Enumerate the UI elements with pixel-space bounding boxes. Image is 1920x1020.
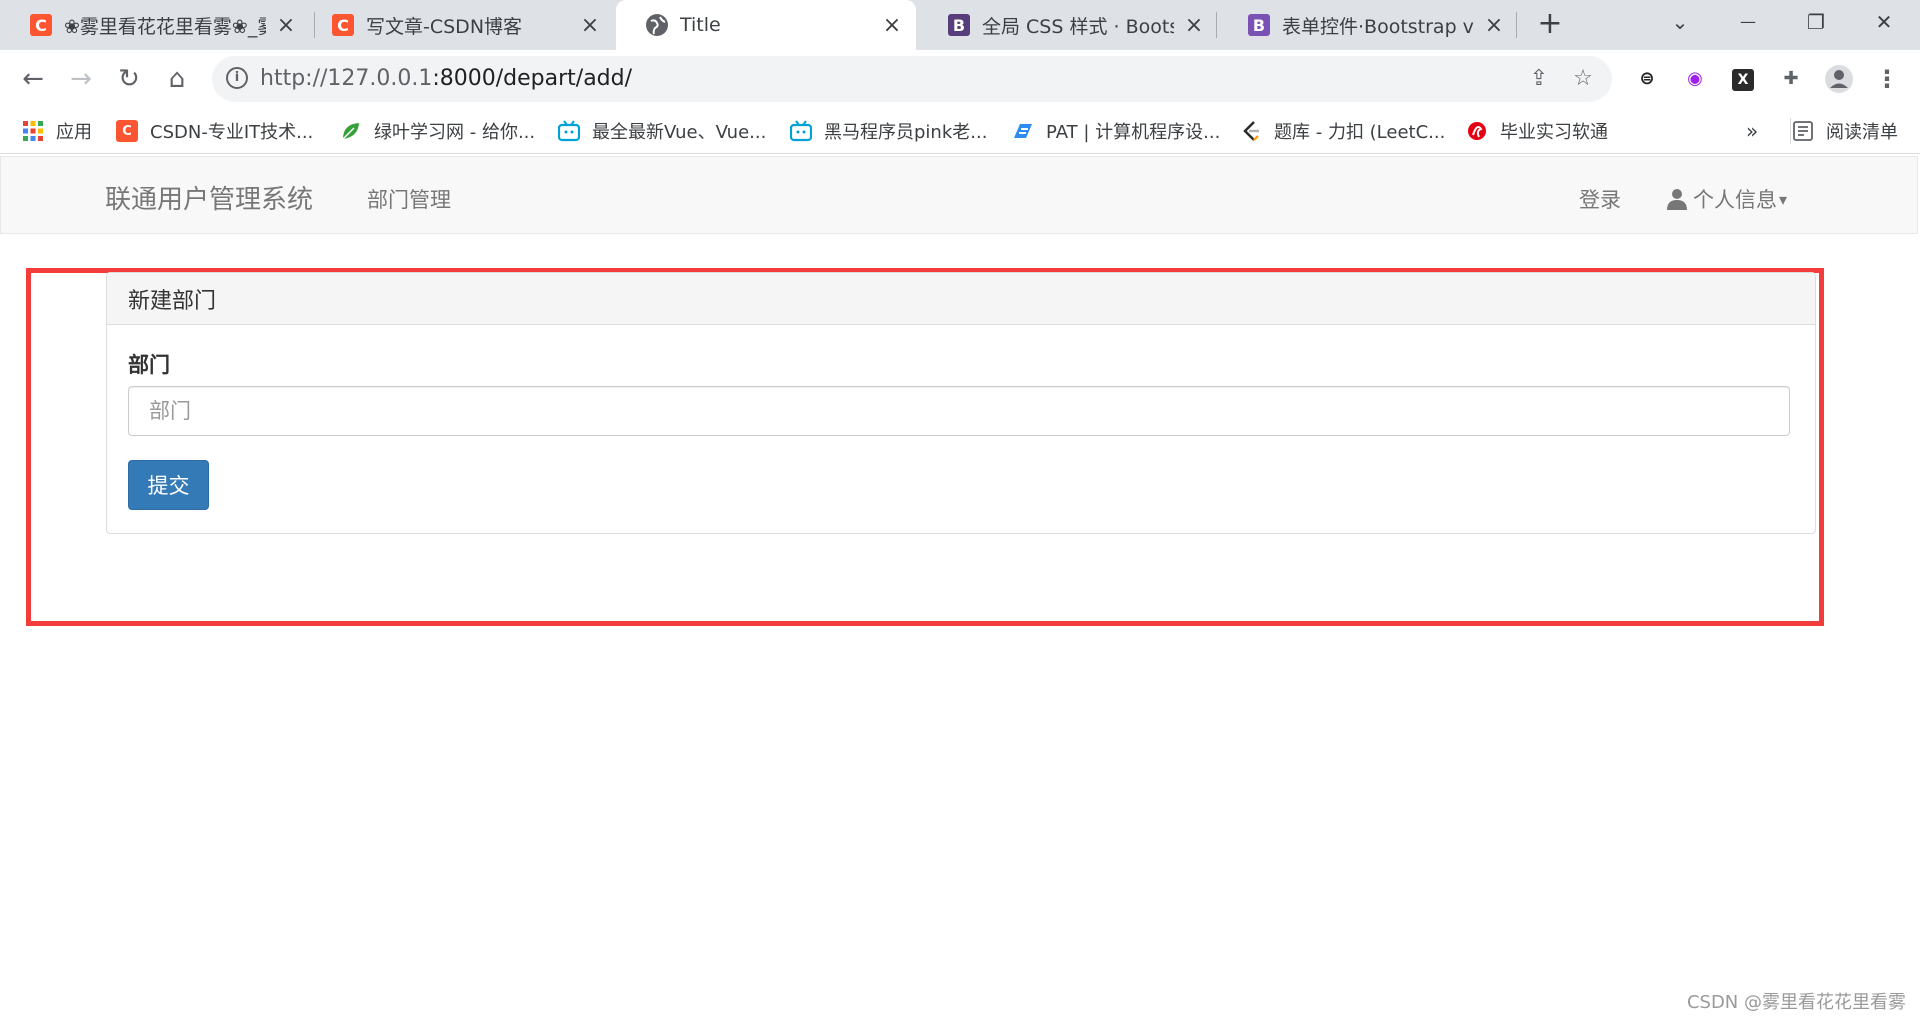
url-host: http://127.0.0.1 [260,66,433,91]
extension-icon[interactable]: ⊜ [1632,64,1662,94]
bilibili-icon [790,120,812,142]
bookmark-lvye[interactable]: 绿叶学习网 - 给你... [340,116,535,146]
url-path: :8000/depart/add/ [432,66,633,91]
csdn-watermark: CSDN @雾里看花花里看雾 [1686,992,1906,1013]
extension-icon[interactable]: ◉ [1680,64,1710,94]
forward-arrow-icon[interactable]: → [62,60,100,98]
department-field-label: 部门 [128,353,170,377]
tab-search-icon[interactable]: ⌄ [1652,0,1708,44]
tab-bootstrap-forms[interactable]: B 表单控件·Bootstrap v5.1 × [1218,0,1518,50]
tab-title: Title [680,14,721,36]
bookmark-label: 黑马程序员pink老... [824,122,988,143]
csdn-icon: C [30,14,52,36]
close-tab-icon[interactable]: × [1184,13,1204,38]
tab-divider [1216,12,1217,38]
tab-bootstrap-css[interactable]: B 全局 CSS 样式 · Bootstra × [918,0,1218,50]
bookmarks-overflow-icon[interactable]: » [1746,116,1758,146]
submit-button[interactable]: 提交 [128,460,209,510]
app-brand[interactable]: 联通用户管理系统 [105,179,313,216]
bootstrap-icon: B [1248,14,1270,36]
bookmark-label: 应用 [56,122,92,143]
bookmark-star-icon[interactable]: ☆ [1568,64,1598,94]
reload-icon[interactable]: ↻ [110,60,148,98]
new-department-panel: 新建部门 部门 提交 [106,272,1816,534]
bookmarks-bar: 应用 C CSDN-专业IT技术... 绿叶学习网 - 给你... 最全最新Vu… [0,108,1920,154]
tab-title: 写文章-CSDN博客 [366,15,523,38]
home-icon[interactable]: ⌂ [158,60,196,98]
close-tab-icon[interactable]: × [276,13,296,38]
bookmark-label: 绿叶学习网 - 给你... [374,122,536,143]
tab-divider [1516,12,1517,38]
bookmark-label: CSDN-专业IT技术... [150,122,314,143]
reading-list-icon [1792,120,1814,142]
share-icon[interactable]: ⇪ [1524,64,1554,94]
nav-profile-dropdown[interactable]: 个人信息 ▾ [1667,184,1787,214]
puzzle-icon[interactable]: ✚ [1776,64,1806,94]
browser-tab-strip: C ❀雾里看花花里看雾❀_雾 × C 写文章-CSDN博客 × Title × … [0,0,1920,50]
close-tab-icon[interactable]: × [1484,13,1504,38]
bookmark-isoft[interactable]: 毕业实习软通 [1466,116,1608,146]
bookmark-leetcode[interactable]: 题库 - 力扣 (LeetC... [1240,116,1445,146]
panel-title: 新建部门 [107,273,1815,325]
app-navbar: 联通用户管理系统 部门管理 登录 个人信息 ▾ [0,156,1918,234]
tab-title-active[interactable]: Title × [616,0,916,50]
department-input[interactable] [128,386,1790,436]
tab-title: 表单控件·Bootstrap v5.1 [1282,15,1474,38]
csdn-icon: C [116,120,138,142]
new-tab-button[interactable]: + [1532,6,1568,42]
bookmark-label: PAT | 计算机程序设... [1046,122,1221,143]
isoft-icon [1466,120,1488,142]
nav-depart-manage[interactable]: 部门管理 [367,184,451,214]
close-window-icon[interactable]: ✕ [1856,0,1912,44]
bookmark-label: 最全最新Vue、Vue... [592,122,767,143]
profile-icon[interactable] [1824,64,1854,94]
nav-login[interactable]: 登录 [1579,184,1621,214]
extension-glyph: X [1732,69,1754,91]
globe-icon [646,14,668,36]
bookmark-pink[interactable]: 黑马程序员pink老... [790,116,987,146]
leetcode-icon [1240,120,1262,142]
bookmark-label: 题库 - 力扣 (LeetC... [1274,122,1446,143]
back-arrow-icon[interactable]: ← [14,60,52,98]
apps-grid-icon [22,120,44,142]
bookmark-apps[interactable]: 应用 [22,116,92,146]
bookmark-vue[interactable]: 最全最新Vue、Vue... [558,116,766,146]
tab-csdn-write[interactable]: C 写文章-CSDN博客 × [302,0,614,50]
maximize-icon[interactable]: ❐ [1788,0,1844,44]
tab-title: ❀雾里看花花里看雾❀_雾 [64,15,266,38]
caret-down-icon: ▾ [1779,189,1788,209]
bookmarks-divider [1790,118,1791,144]
reading-list-button[interactable]: 阅读清单 [1792,116,1898,146]
url-text: http://127.0.0.1:8000/depart/add/ [260,66,632,91]
close-tab-icon[interactable]: × [580,13,600,38]
pat-icon [1012,120,1034,142]
menu-kebab-icon[interactable]: ⋮ [1872,64,1902,94]
address-bar[interactable]: i http://127.0.0.1:8000/depart/add/ ⇪ ☆ [212,56,1612,102]
extension-icon[interactable]: X [1728,64,1758,94]
profile-menu-label: 个人信息 [1693,188,1777,212]
site-info-icon[interactable]: i [226,67,248,89]
bookmark-csdn[interactable]: C CSDN-专业IT技术... [116,116,313,146]
bootstrap-icon: B [948,14,970,36]
browser-toolbar: ← → ↻ ⌂ i http://127.0.0.1:8000/depart/a… [0,50,1920,108]
bilibili-icon [558,120,580,142]
leaf-icon [340,120,362,142]
tab-csdn-blog[interactable]: C ❀雾里看花花里看雾❀_雾 × [0,0,310,50]
reading-list-label: 阅读清单 [1826,122,1898,143]
close-tab-icon[interactable]: × [882,13,902,38]
minimize-icon[interactable]: — [1720,0,1776,44]
csdn-icon: C [332,14,354,36]
tab-title: 全局 CSS 样式 · Bootstra [982,15,1174,38]
user-icon [1667,188,1687,210]
bookmark-pat[interactable]: PAT | 计算机程序设... [1012,116,1220,146]
bookmark-label: 毕业实习软通 [1500,122,1608,143]
